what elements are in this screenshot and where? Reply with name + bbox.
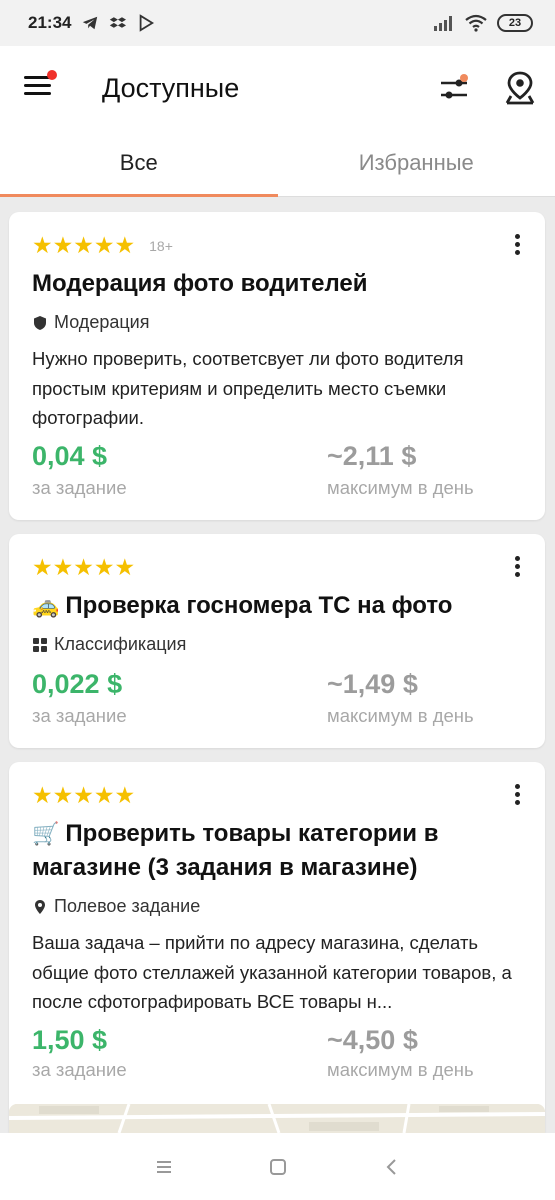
- price-per-task-label: за задание: [32, 477, 127, 498]
- play-store-icon: [140, 14, 155, 32]
- star-icon: ★: [93, 232, 115, 258]
- battery-indicator: 23: [497, 14, 533, 32]
- task-category: Полевое задание: [32, 896, 200, 917]
- signal-icon: [434, 16, 452, 31]
- notification-dot: [47, 70, 57, 80]
- more-options-icon[interactable]: [507, 784, 527, 812]
- price-per-task-label: за задание: [32, 705, 127, 726]
- task-title: 🛒 Проверить товары категории в магазине (…: [32, 817, 505, 885]
- star-icon: ★: [93, 782, 115, 808]
- star-icon: ★: [93, 554, 115, 580]
- filter-settings-button[interactable]: [438, 74, 470, 104]
- category-label: Полевое задание: [54, 896, 201, 916]
- wifi-icon: [465, 14, 487, 32]
- rating-stars: ★ ★ ★ ★ ★: [32, 556, 135, 579]
- star-icon: ★: [114, 782, 136, 808]
- telegram-icon: [83, 16, 98, 30]
- task-title-text: Проверить товары категории в магазине (3…: [32, 820, 439, 881]
- shield-icon: [34, 315, 46, 330]
- map-preview-image: [9, 1104, 545, 1133]
- task-card[interactable]: ★ ★ ★ ★ ★ 🚕 Проверка госномера ТС на фото…: [9, 534, 545, 748]
- price-per-task-label: за задание: [32, 1059, 127, 1080]
- star-icon: ★: [52, 232, 74, 258]
- star-icon: ★: [52, 782, 74, 808]
- status-time: 21:34: [28, 13, 72, 32]
- hamburger-icon-line: [24, 84, 51, 87]
- taxi-icon: 🚕: [32, 593, 60, 618]
- task-card[interactable]: ★ ★ ★ ★ ★ 🛒 Проверить товары категории в …: [9, 762, 545, 1133]
- grid-icon: [33, 637, 47, 652]
- max-per-day-label: максимум в день: [327, 477, 474, 498]
- rating-stars: ★ ★ ★ ★ ★ 18+: [32, 234, 173, 257]
- star-icon: ★: [52, 554, 74, 580]
- hamburger-icon-line: [24, 92, 51, 95]
- category-label: Классификация: [54, 634, 187, 654]
- map-location-button[interactable]: [503, 70, 537, 106]
- task-category: Классификация: [32, 634, 186, 655]
- max-per-day: ~2,11 $: [327, 441, 417, 471]
- price-per-task: 1,50 $: [32, 1025, 108, 1055]
- dropbox-icon: [110, 17, 127, 28]
- star-icon: ★: [73, 554, 94, 580]
- star-icon: ★: [73, 782, 94, 808]
- task-description: Ваша задача – прийти по адресу магазина,…: [32, 932, 512, 1012]
- status-bar: 21:34 23: [0, 0, 555, 46]
- max-per-day-label: максимум в день: [327, 705, 474, 726]
- task-title-text: Проверка госномера ТС на фото: [65, 592, 453, 619]
- max-per-day: ~4,50 $: [327, 1025, 418, 1055]
- star-icon: ★: [32, 782, 53, 808]
- app-bar: Доступные: [0, 46, 555, 136]
- more-options-icon[interactable]: [507, 234, 527, 262]
- max-per-day-label: максимум в день: [327, 1059, 474, 1080]
- page-title: Доступные: [102, 73, 240, 103]
- star-icon: ★: [114, 232, 136, 258]
- more-options-icon[interactable]: [507, 556, 527, 584]
- shopping-cart-icon: 🛒: [32, 821, 60, 846]
- max-per-day: ~1,49 $: [327, 669, 418, 699]
- tab-all[interactable]: Все: [0, 136, 278, 197]
- star-icon: ★: [32, 232, 53, 258]
- rating-stars: ★ ★ ★ ★ ★: [32, 784, 135, 807]
- task-title: 🚕 Проверка госномера ТС на фото: [32, 589, 505, 623]
- task-card[interactable]: ★ ★ ★ ★ ★ 18+ Модерация фото водителей М…: [9, 212, 545, 520]
- task-title: Модерация фото водителей: [32, 270, 368, 297]
- back-icon[interactable]: [380, 1155, 404, 1179]
- menu-button[interactable]: [24, 76, 54, 102]
- category-label: Модерация: [54, 312, 150, 332]
- price-per-task: 0,022 $: [32, 669, 123, 699]
- age-badge: 18+: [149, 237, 173, 254]
- recent-apps-icon[interactable]: [152, 1155, 176, 1179]
- star-icon: ★: [114, 554, 136, 580]
- location-pin-icon: [35, 899, 45, 914]
- price-per-task: 0,04 $: [32, 441, 108, 471]
- task-description: Нужно проверить, соответсвует ли фото во…: [32, 348, 464, 428]
- tab-bar: Все Избранные: [0, 136, 555, 197]
- map-preview[interactable]: [9, 1104, 545, 1133]
- star-icon: ★: [73, 232, 94, 258]
- tab-favorites[interactable]: Избранные: [278, 136, 555, 196]
- star-icon: ★: [32, 554, 53, 580]
- home-icon[interactable]: [266, 1155, 290, 1179]
- task-category: Модерация: [32, 312, 149, 333]
- system-navigation-bar: [0, 1133, 555, 1200]
